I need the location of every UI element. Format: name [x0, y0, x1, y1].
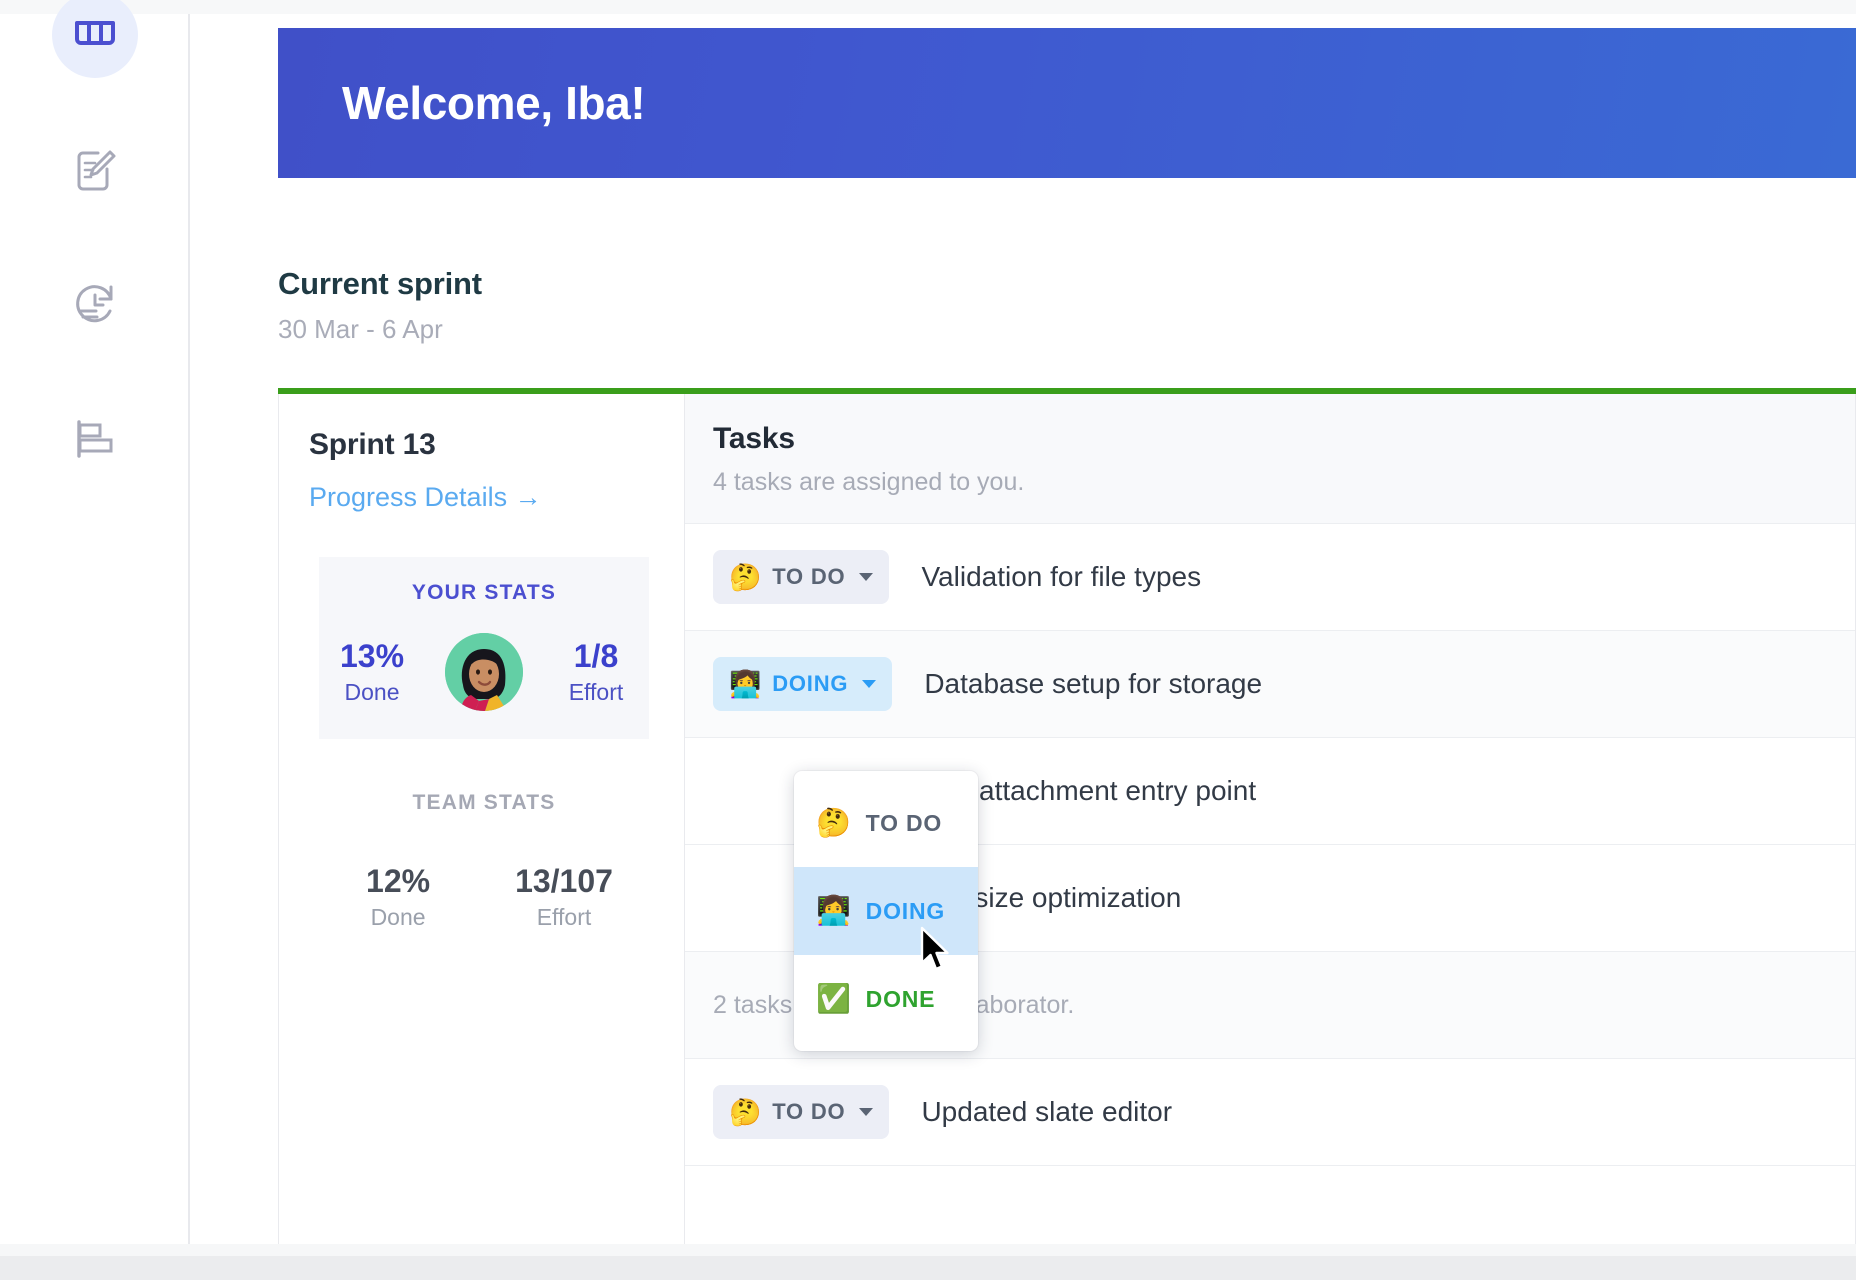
your-stat-effort: 1/8 Effort — [553, 638, 639, 706]
current-sprint-daterange: 30 Mar - 6 Apr — [278, 314, 443, 344]
avatar — [445, 633, 523, 711]
team-effort-label: Effort — [536, 903, 592, 930]
sidebar-item-dashboard[interactable] — [52, 0, 138, 78]
your-done-value: 13% — [339, 638, 405, 675]
page-title: Welcome, Iba! — [342, 77, 646, 129]
technologist-icon: 👩‍💻 — [816, 895, 852, 926]
chevron-down-icon — [859, 1108, 874, 1116]
progress-details-link[interactable]: Progress Details → — [309, 482, 542, 513]
team-stat-effort: 13/107 Effort — [515, 863, 613, 931]
sprint-name: Sprint 13 — [309, 428, 436, 461]
tasks-assigned-note: 4 tasks are assigned to you. — [713, 468, 1025, 496]
thinking-face-icon: 🤔 — [816, 807, 852, 838]
status-badge-label: DOING — [772, 671, 849, 696]
dashboard-icon — [74, 19, 116, 51]
history-refresh-icon — [71, 281, 119, 329]
your-stats-row: 13% Done 1/8 Effort — [319, 633, 649, 711]
left-nav-rail — [0, 0, 190, 1244]
sidebar-item-history[interactable] — [52, 262, 138, 348]
current-sprint-heading: Current sprint — [278, 266, 482, 301]
status-option-doing[interactable]: 👩‍💻 DOING — [794, 867, 978, 955]
status-option-label: DONE — [865, 985, 936, 1012]
status-option-label: TO DO — [865, 809, 943, 836]
status-badge-label: TO DO — [772, 564, 846, 589]
your-effort-label: Effort — [568, 678, 624, 705]
tasks-header: Tasks 4 tasks are assigned to you. — [685, 394, 1855, 524]
status-option-done[interactable]: ✅ DONE — [794, 955, 978, 1043]
task-title[interactable]: Validation for file types — [921, 561, 1201, 593]
sidebar-item-notes[interactable] — [52, 128, 138, 214]
chevron-down-icon — [859, 573, 874, 581]
window-top-strip — [0, 0, 1856, 14]
sprint-summary-panel: Sprint 13 Progress Details → YOUR STATS … — [279, 394, 685, 1257]
welcome-banner: Welcome, Iba! — [278, 28, 1856, 178]
note-edit-icon — [71, 147, 119, 195]
status-badge-label: TO DO — [772, 1099, 846, 1124]
team-done-label: Done — [370, 903, 426, 930]
thinking-face-icon: 🤔 — [729, 562, 763, 592]
table-row[interactable]: 🤔 TO DO Validation for file types — [685, 524, 1855, 631]
task-title[interactable]: Database setup for storage — [924, 668, 1262, 700]
status-badge[interactable]: 🤔 TO DO — [713, 1085, 890, 1139]
status-option-label: DOING — [865, 897, 946, 924]
status-dropdown-menu[interactable]: 🤔 TO DO 👩‍💻 DOING ✅ DONE — [794, 771, 978, 1051]
technologist-icon: 👩‍💻 — [729, 669, 763, 699]
check-mark-icon: ✅ — [816, 983, 852, 1014]
sprint-card: Sprint 13 Progress Details → YOUR STATS … — [278, 394, 1856, 1258]
your-effort-value: 1/8 — [573, 638, 619, 675]
team-done-value: 12% — [366, 863, 431, 899]
main-content: Welcome, Iba! Current sprint 30 Mar - 6 … — [192, 14, 1856, 1258]
status-badge[interactable]: 🤔 TO DO — [713, 550, 890, 604]
thinking-face-icon: 🤔 — [729, 1097, 763, 1127]
tasks-title: Tasks — [713, 422, 795, 455]
team-stats-box: TEAM STATS 12% Done 13/107 Effort — [319, 791, 649, 931]
team-effort-value: 13/107 — [515, 863, 613, 899]
team-stats-row: 12% Done 13/107 Effort — [319, 863, 649, 931]
status-badge[interactable]: 👩‍💻 DOING — [713, 657, 893, 711]
table-row[interactable]: 🤔 TO DO Updated slate editor — [685, 1059, 1855, 1166]
your-stats-title: YOUR STATS — [411, 581, 557, 604]
bar-chart-icon — [72, 417, 118, 461]
app-root: Welcome, Iba! Current sprint 30 Mar - 6 … — [0, 0, 1856, 1280]
task-title[interactable]: Updated slate editor — [921, 1096, 1172, 1128]
status-option-todo[interactable]: 🤔 TO DO — [794, 779, 978, 867]
current-sprint-header: Current sprint 30 Mar - 6 Apr — [278, 266, 482, 345]
table-row[interactable]: 👩‍💻 DOING Database setup for storage — [685, 631, 1855, 738]
window-bottom-strip-inner — [0, 1244, 1856, 1256]
your-done-label: Done — [344, 678, 400, 705]
your-stat-done: 13% Done — [329, 638, 415, 706]
your-stats-box: YOUR STATS 13% Done 1/8 Effort — [319, 557, 649, 739]
chevron-down-icon — [862, 680, 877, 688]
team-stat-done: 12% Done — [355, 863, 441, 931]
sidebar-item-reports[interactable] — [52, 396, 138, 482]
window-bottom-strip — [0, 1244, 1856, 1280]
team-stats-title: TEAM STATS — [412, 791, 556, 814]
